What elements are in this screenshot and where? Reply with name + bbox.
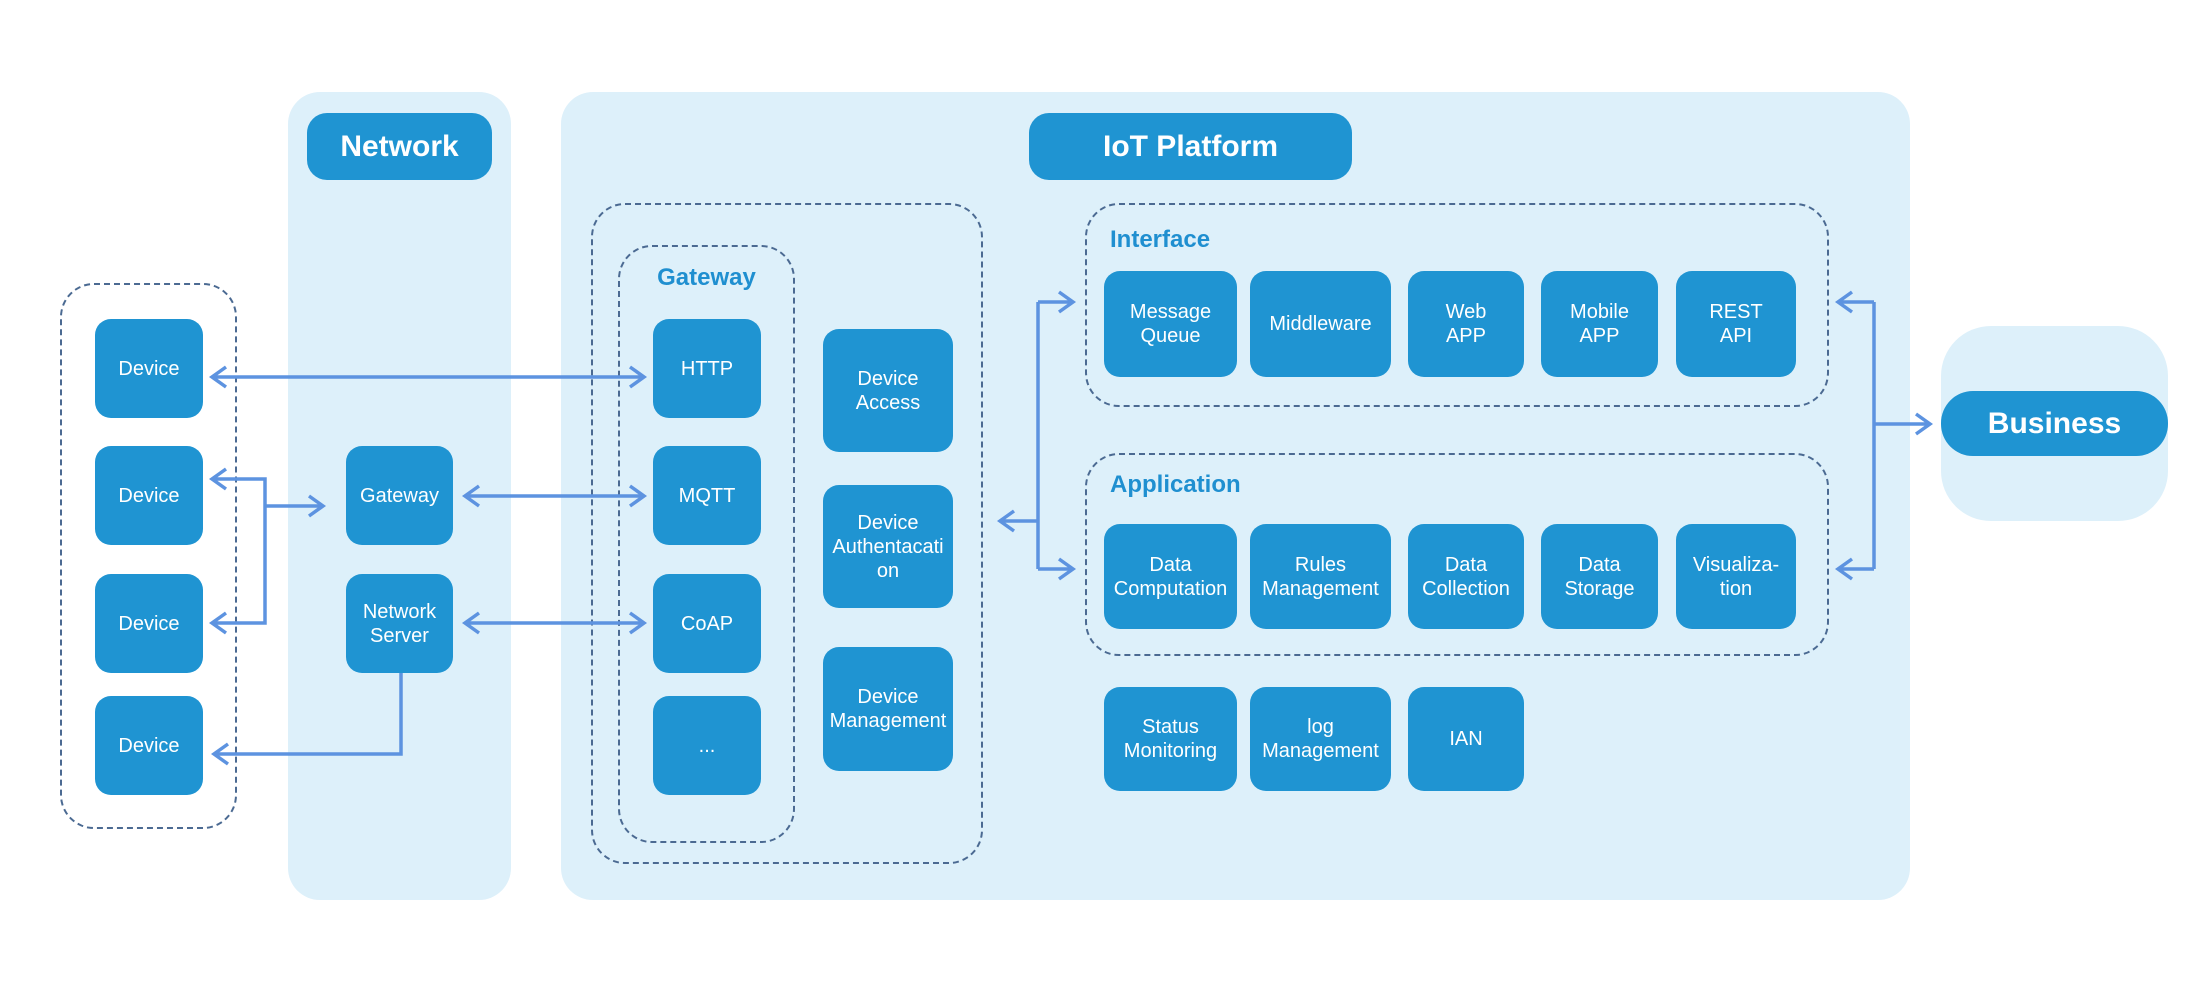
arrow-gateway-mqtt — [461, 484, 648, 508]
arrow-server-device4 — [210, 673, 403, 766]
arrow-bracket-devices-gateway — [208, 467, 327, 635]
arrow-device1-http — [208, 365, 648, 389]
arrow-server-coap — [461, 611, 648, 635]
arrow-platform-split — [996, 290, 1077, 581]
connector-arrows — [208, 290, 1934, 766]
arrow-business-split — [1834, 290, 1934, 581]
